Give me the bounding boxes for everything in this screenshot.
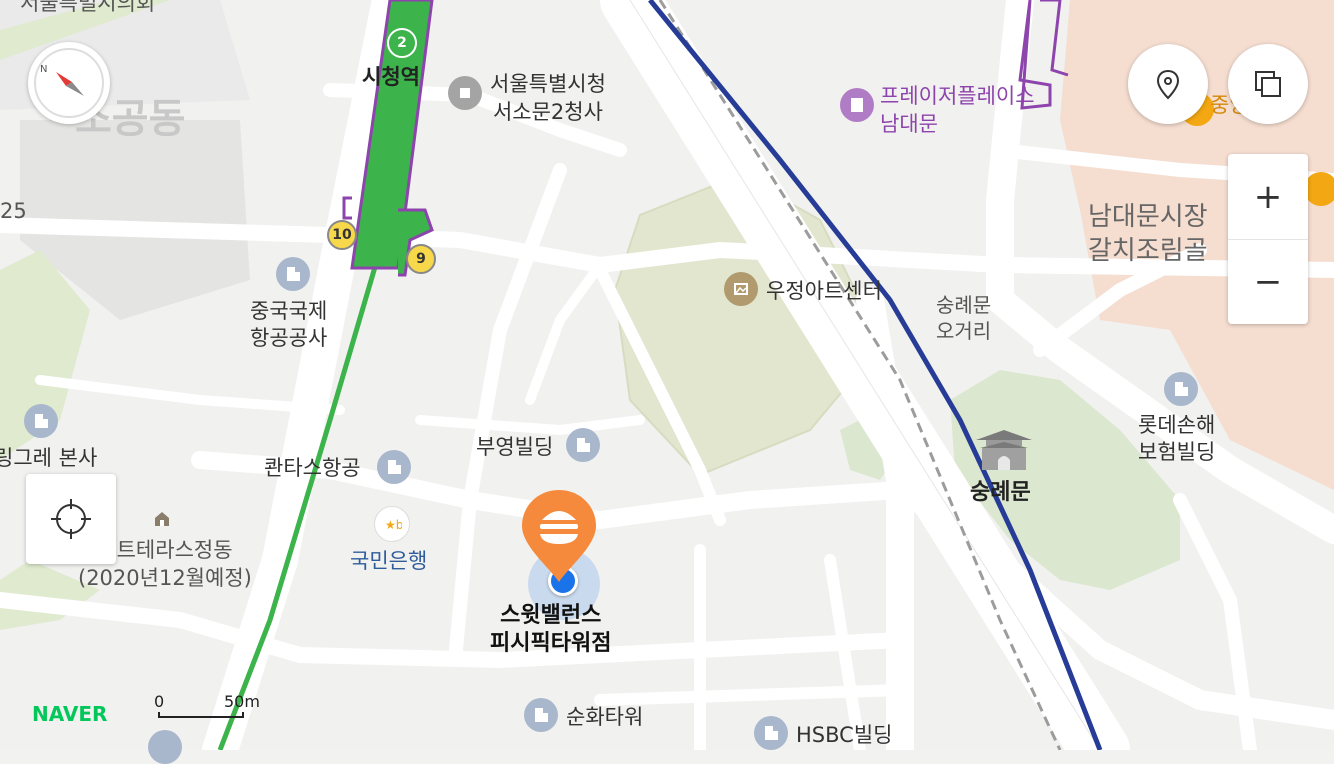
compass-icon: N xyxy=(34,48,104,118)
layers-icon xyxy=(1255,71,1281,97)
zoom-in-button[interactable]: + xyxy=(1228,155,1308,240)
poi-label-sungnyemun[interactable]: 숭례문 xyxy=(970,480,1031,506)
poi-label-ujeong[interactable]: 우정아트센터 xyxy=(766,278,882,304)
place-marker-button[interactable] xyxy=(1128,44,1208,124)
poi-label-edge-left: 25 xyxy=(0,199,27,223)
poi-label-market[interactable]: 남대문시장 갈치조림골 xyxy=(1088,200,1208,268)
building-icon xyxy=(377,450,411,484)
naver-logo: NAVER xyxy=(32,702,108,726)
compass-button[interactable]: N xyxy=(28,42,110,124)
exit-9-badge: 9 xyxy=(406,244,436,274)
line2-badge: 2 xyxy=(387,28,417,58)
gallery-icon xyxy=(724,272,758,306)
crosshair-icon xyxy=(51,499,91,539)
poi-label-edge-top: 서울특별시의회 xyxy=(20,0,156,15)
zoom-out-button[interactable]: − xyxy=(1228,240,1308,324)
building-icon xyxy=(524,698,558,732)
poi-label-sunhwa[interactable]: 순화타워 xyxy=(566,704,643,730)
building-icon xyxy=(1164,372,1198,406)
building-icon xyxy=(276,257,310,291)
poi-label-intersection: 숭례문 오거리 xyxy=(936,293,992,343)
svg-text:★b: ★b xyxy=(385,518,402,532)
house-icon xyxy=(153,510,171,528)
poi-label-booyoung[interactable]: 부영빌딩 xyxy=(476,434,553,460)
scale-end: 50m xyxy=(224,692,260,711)
selected-place-label[interactable]: 스윗밸런스 피시픽타워점 xyxy=(490,602,611,658)
poi-label-hsbc[interactable]: HSBC빌딩 xyxy=(796,722,892,748)
gate-icon xyxy=(972,428,1036,472)
exit-10-badge: 10 xyxy=(327,220,357,250)
building-icon xyxy=(24,404,58,438)
shop-icon xyxy=(1304,172,1334,206)
station-name[interactable]: 시청역 xyxy=(362,64,420,90)
svg-text:N: N xyxy=(40,64,47,75)
zoom-control: + − xyxy=(1228,154,1308,324)
bank-icon: ★b xyxy=(374,506,410,542)
scale-start: 0 xyxy=(154,692,165,711)
poi-label-air-china[interactable]: 중국국제 항공공사 xyxy=(250,298,327,352)
scale-bar xyxy=(158,712,244,718)
poi-label-cityhall-annex[interactable]: 서울특별시청 서소문2청사 xyxy=(490,70,606,126)
selected-place-pin[interactable] xyxy=(520,488,598,584)
building-icon xyxy=(566,428,600,462)
building-icon xyxy=(754,716,788,750)
building-icon xyxy=(148,730,182,764)
map-canvas[interactable]: 서울특별시의회 25 소공동 2 시청역 10 9 서울특별시청 서소문2청사 … xyxy=(0,0,1334,764)
poi-label-lotte[interactable]: 롯데손해 보험빌딩 xyxy=(1138,412,1215,466)
government-icon xyxy=(448,76,482,110)
poi-label-kookmin[interactable]: 국민은행 xyxy=(350,548,427,574)
map-base xyxy=(0,0,1334,764)
my-location-button[interactable] xyxy=(26,474,116,564)
poi-label-left-hq[interactable]: 링그레 본사 xyxy=(0,445,97,471)
poi-label-qantas[interactable]: 콴타스항공 xyxy=(264,455,361,481)
layers-button[interactable] xyxy=(1228,44,1308,124)
hotel-icon xyxy=(840,88,874,122)
poi-label-fraser[interactable]: 프레이저플레이스 남대문 xyxy=(880,82,1035,138)
pin-outline-icon xyxy=(1156,69,1180,100)
